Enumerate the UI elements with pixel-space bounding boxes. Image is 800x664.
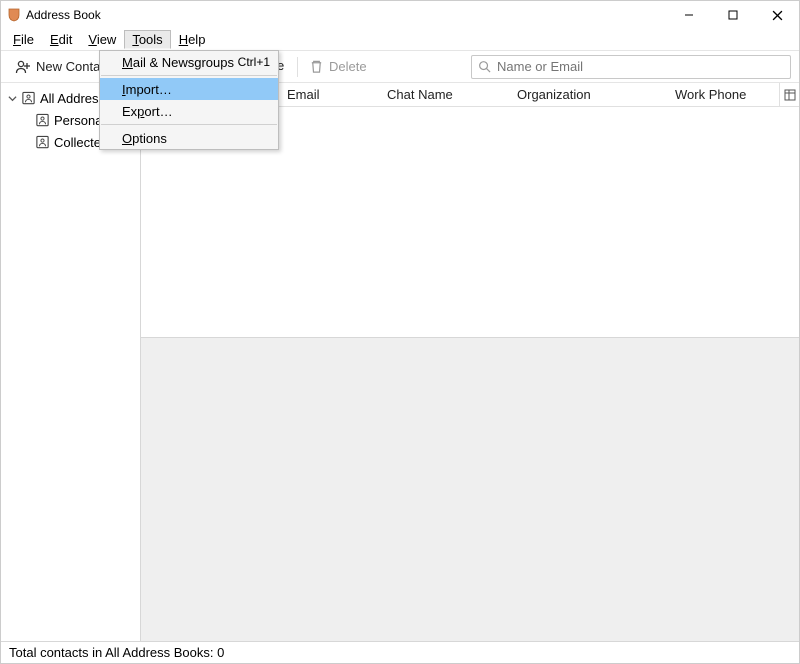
menu-separator: [101, 124, 277, 125]
contact-detail-pane: [141, 337, 799, 641]
window-title: Address Book: [26, 8, 101, 22]
main-area: All Address Persona. Collecte. Email Cha…: [1, 83, 799, 641]
delete-button[interactable]: Delete: [303, 56, 373, 77]
column-picker-icon: [784, 89, 796, 101]
trash-icon: [309, 59, 324, 74]
menu-item-mail-newsgroups[interactable]: Mail & Newsgroups Ctrl+1: [100, 51, 278, 73]
status-bar: Total contacts in All Address Books: 0: [1, 641, 799, 663]
status-text: Total contacts in All Address Books: 0: [9, 645, 224, 660]
menu-item-export[interactable]: Export…: [100, 100, 278, 122]
menu-item-options[interactable]: Options: [100, 127, 278, 149]
tree-root-label: All Address: [40, 91, 105, 106]
menu-bar: File Edit View Tools Help: [1, 29, 799, 51]
column-email[interactable]: Email: [281, 87, 381, 102]
content-area: Email Chat Name Organization Work Phone: [141, 83, 799, 641]
column-picker-button[interactable]: [779, 83, 799, 107]
menu-shortcut: Ctrl+1: [238, 55, 270, 69]
chevron-down-icon[interactable]: [7, 93, 17, 103]
menu-item-import[interactable]: Import…: [100, 78, 278, 100]
minimize-button[interactable]: [667, 1, 711, 29]
column-work-phone[interactable]: Work Phone: [669, 87, 759, 102]
sidebar: All Address Persona. Collecte.: [1, 83, 141, 641]
search-box[interactable]: [471, 55, 791, 79]
toolbar-separator: [297, 57, 298, 77]
tree-item-label: Collecte.: [54, 135, 105, 150]
maximize-button[interactable]: [711, 1, 755, 29]
menu-help[interactable]: Help: [171, 30, 214, 49]
app-icon: [7, 8, 21, 22]
person-add-icon: [15, 59, 31, 75]
menu-file[interactable]: File: [5, 30, 42, 49]
address-book-icon: [21, 91, 36, 105]
column-chat-name[interactable]: Chat Name: [381, 87, 511, 102]
menu-view[interactable]: View: [80, 30, 124, 49]
delete-label: Delete: [329, 59, 367, 74]
address-book-icon: [35, 113, 50, 127]
close-button[interactable]: [755, 1, 799, 29]
menu-edit[interactable]: Edit: [42, 30, 80, 49]
title-bar: Address Book: [1, 1, 799, 29]
menu-tools[interactable]: Tools: [124, 30, 170, 49]
menu-separator: [101, 75, 277, 76]
search-input[interactable]: [497, 59, 784, 74]
column-organization[interactable]: Organization: [511, 87, 669, 102]
tools-dropdown: Mail & Newsgroups Ctrl+1 Import… Export……: [99, 50, 279, 150]
search-icon: [478, 60, 491, 73]
address-book-icon: [35, 135, 50, 149]
